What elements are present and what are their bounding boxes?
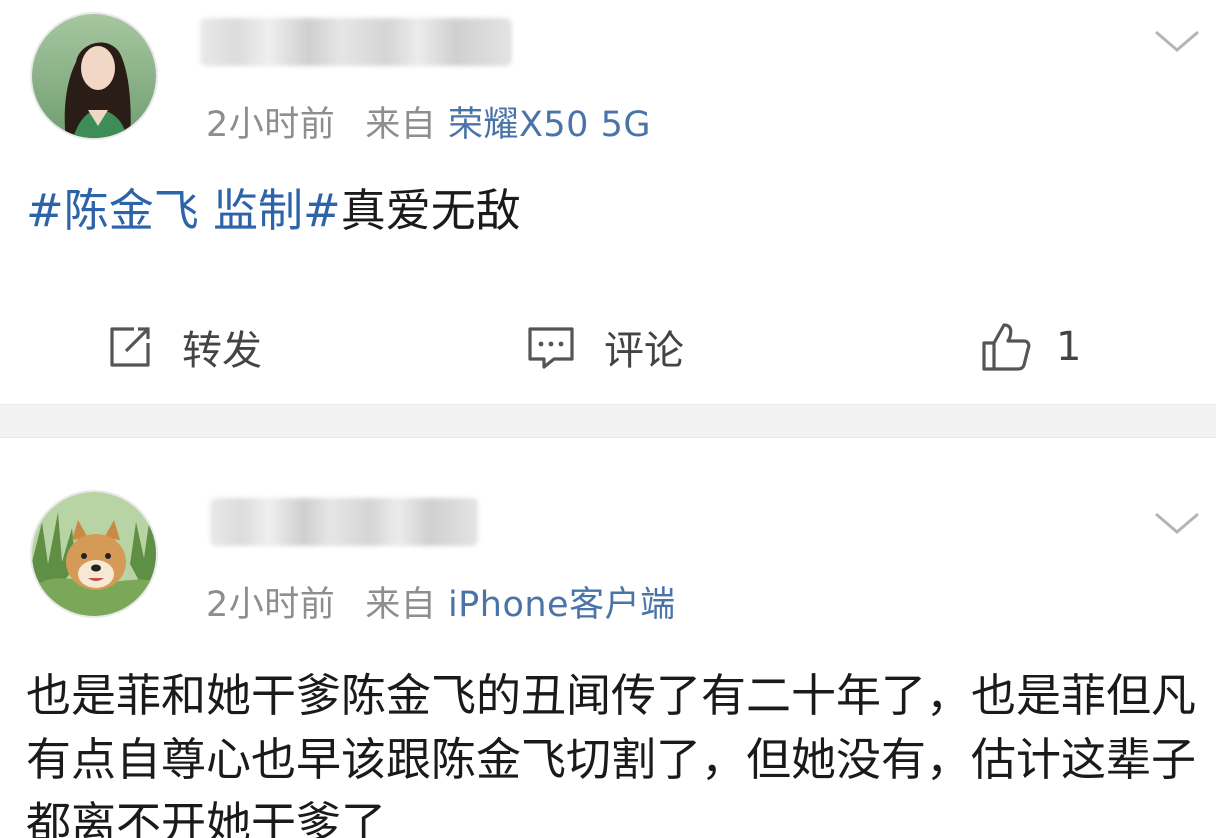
repost-label: 转发: [182, 328, 262, 374]
comment-bubble-icon: [528, 327, 574, 369]
topic-link[interactable]: #陈金飞 监制#: [26, 184, 341, 237]
feed: 2小时前 来自 荣耀X50 5G #陈金飞 监制#真爱无敌 转发 评论 1 2小…: [0, 0, 1216, 838]
post-meta: 2小时前 来自 荣耀X50 5G: [206, 96, 651, 147]
like-count: 1: [1056, 324, 1082, 370]
comment-button[interactable]: 评论: [524, 312, 684, 382]
action-bar: 转发 评论 1: [0, 312, 1216, 382]
comment-label: 评论: [604, 328, 684, 374]
post-time: 2小时前: [206, 105, 336, 145]
username-blurred[interactable]: [200, 18, 512, 66]
avatar[interactable]: [30, 490, 158, 618]
weibo-post: 2小时前 来自 荣耀X50 5G #陈金飞 监制#真爱无敌 转发 评论 1: [0, 0, 1216, 404]
post-content: #陈金飞 监制#真爱无敌: [26, 180, 1196, 242]
post-text: 也是菲和她干爹陈金飞的丑闻传了有二十年了，也是菲但凡有点自尊心也早该跟陈金飞切割…: [26, 669, 1197, 838]
username-blurred[interactable]: [210, 498, 478, 546]
thumbs-up-icon: [982, 323, 1031, 371]
edit-share-icon: [110, 327, 150, 367]
post-text: 真爱无敌: [340, 184, 521, 237]
avatar-image: [32, 14, 156, 138]
avatar[interactable]: [30, 12, 158, 140]
post-separator: [0, 404, 1216, 438]
post-content: 也是菲和她干爹陈金飞的丑闻传了有二十年了，也是菲但凡有点自尊心也早该跟陈金飞切割…: [26, 664, 1196, 838]
chevron-down-icon[interactable]: [1152, 26, 1202, 56]
avatar-image: [32, 492, 156, 616]
post-meta: 2小时前 来自 iPhone客户端: [206, 576, 676, 627]
device-link[interactable]: 荣耀X50 5G: [448, 105, 651, 145]
device-link[interactable]: iPhone客户端: [448, 585, 676, 625]
chevron-down-icon[interactable]: [1152, 508, 1202, 538]
post-time: 2小时前: [206, 585, 336, 625]
repost-button[interactable]: 转发: [104, 312, 262, 382]
source-label: 来自: [365, 585, 437, 625]
weibo-post: 2小时前 来自 iPhone客户端 也是菲和她干爹陈金飞的丑闻传了有二十年了，也是…: [0, 438, 1216, 838]
source-label: 来自: [365, 105, 437, 145]
like-button[interactable]: 1: [978, 312, 1081, 382]
